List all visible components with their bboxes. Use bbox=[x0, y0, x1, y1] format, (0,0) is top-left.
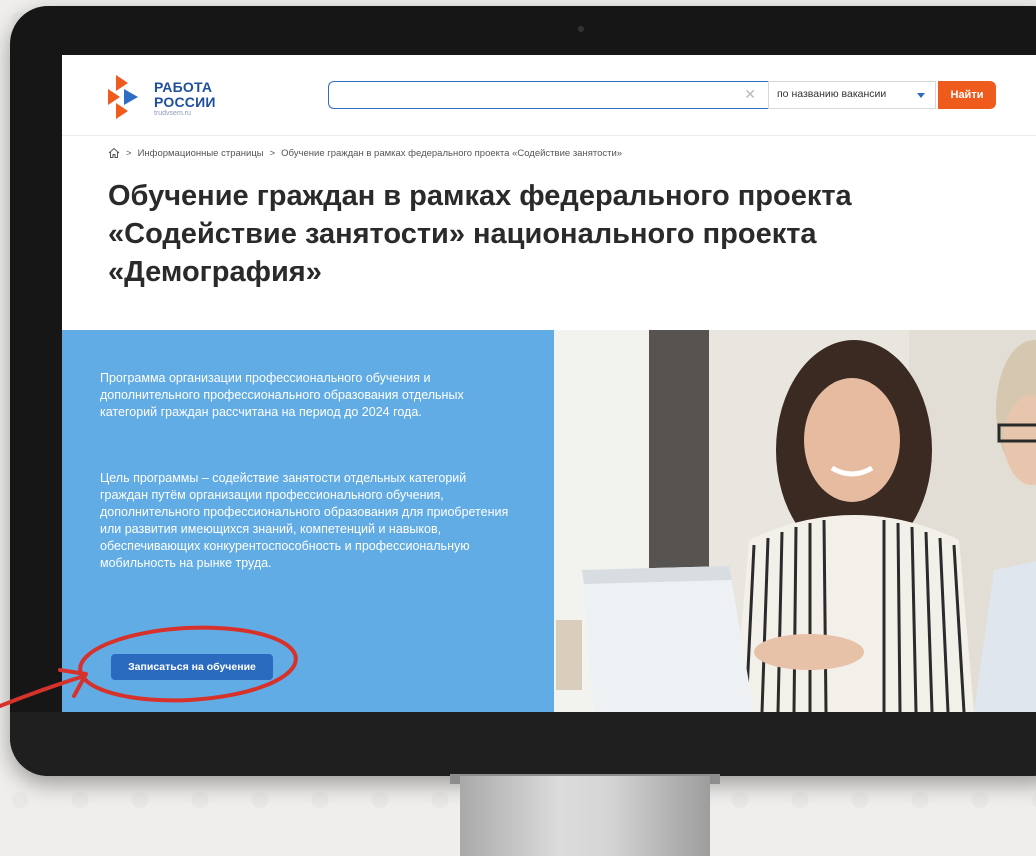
page-title: Обучение граждан в рамках федерального п… bbox=[108, 180, 852, 288]
chevron-down-icon bbox=[917, 93, 925, 98]
site-logo[interactable]: РАБОТА РОССИИ trudvsem.ru bbox=[108, 75, 238, 119]
search-input[interactable] bbox=[339, 86, 733, 106]
breadcrumb-item-info-pages[interactable]: Информационные страницы bbox=[138, 148, 264, 159]
camera-icon bbox=[578, 26, 584, 32]
site-header: РАБОТА РОССИИ trudvsem.ru ✕ по названию … bbox=[62, 55, 1036, 136]
search-box: ✕ bbox=[328, 81, 768, 109]
hero-photo-illustration bbox=[554, 330, 1036, 712]
clear-search-icon[interactable]: ✕ bbox=[744, 86, 756, 103]
breadcrumb-item-current: Обучение граждан в рамках федерального п… bbox=[281, 147, 623, 159]
logo-text-russia: РОССИИ bbox=[154, 94, 216, 110]
search-type-label: по названию вакансии bbox=[777, 88, 887, 100]
hero-photo bbox=[554, 330, 1036, 712]
logo-arrows-icon bbox=[108, 75, 138, 119]
home-icon[interactable] bbox=[108, 147, 120, 159]
find-button[interactable]: Найти bbox=[938, 81, 996, 109]
breadcrumb-separator: > bbox=[126, 147, 132, 159]
search-type-select[interactable]: по названию вакансии bbox=[768, 81, 936, 109]
program-description: Программа организации профессионального … bbox=[100, 371, 464, 419]
breadcrumb: > Информационные страницы > Обучение гра… bbox=[108, 147, 622, 159]
monitor-stand bbox=[460, 776, 710, 856]
program-goal: Цель программы – содействие занятости от… bbox=[100, 471, 509, 570]
breadcrumb-separator: > bbox=[269, 147, 276, 159]
logo-site-url: trudvsem.ru bbox=[154, 110, 191, 117]
annotation-highlight bbox=[0, 625, 298, 708]
logo-text-work: РАБОТА bbox=[154, 79, 213, 95]
